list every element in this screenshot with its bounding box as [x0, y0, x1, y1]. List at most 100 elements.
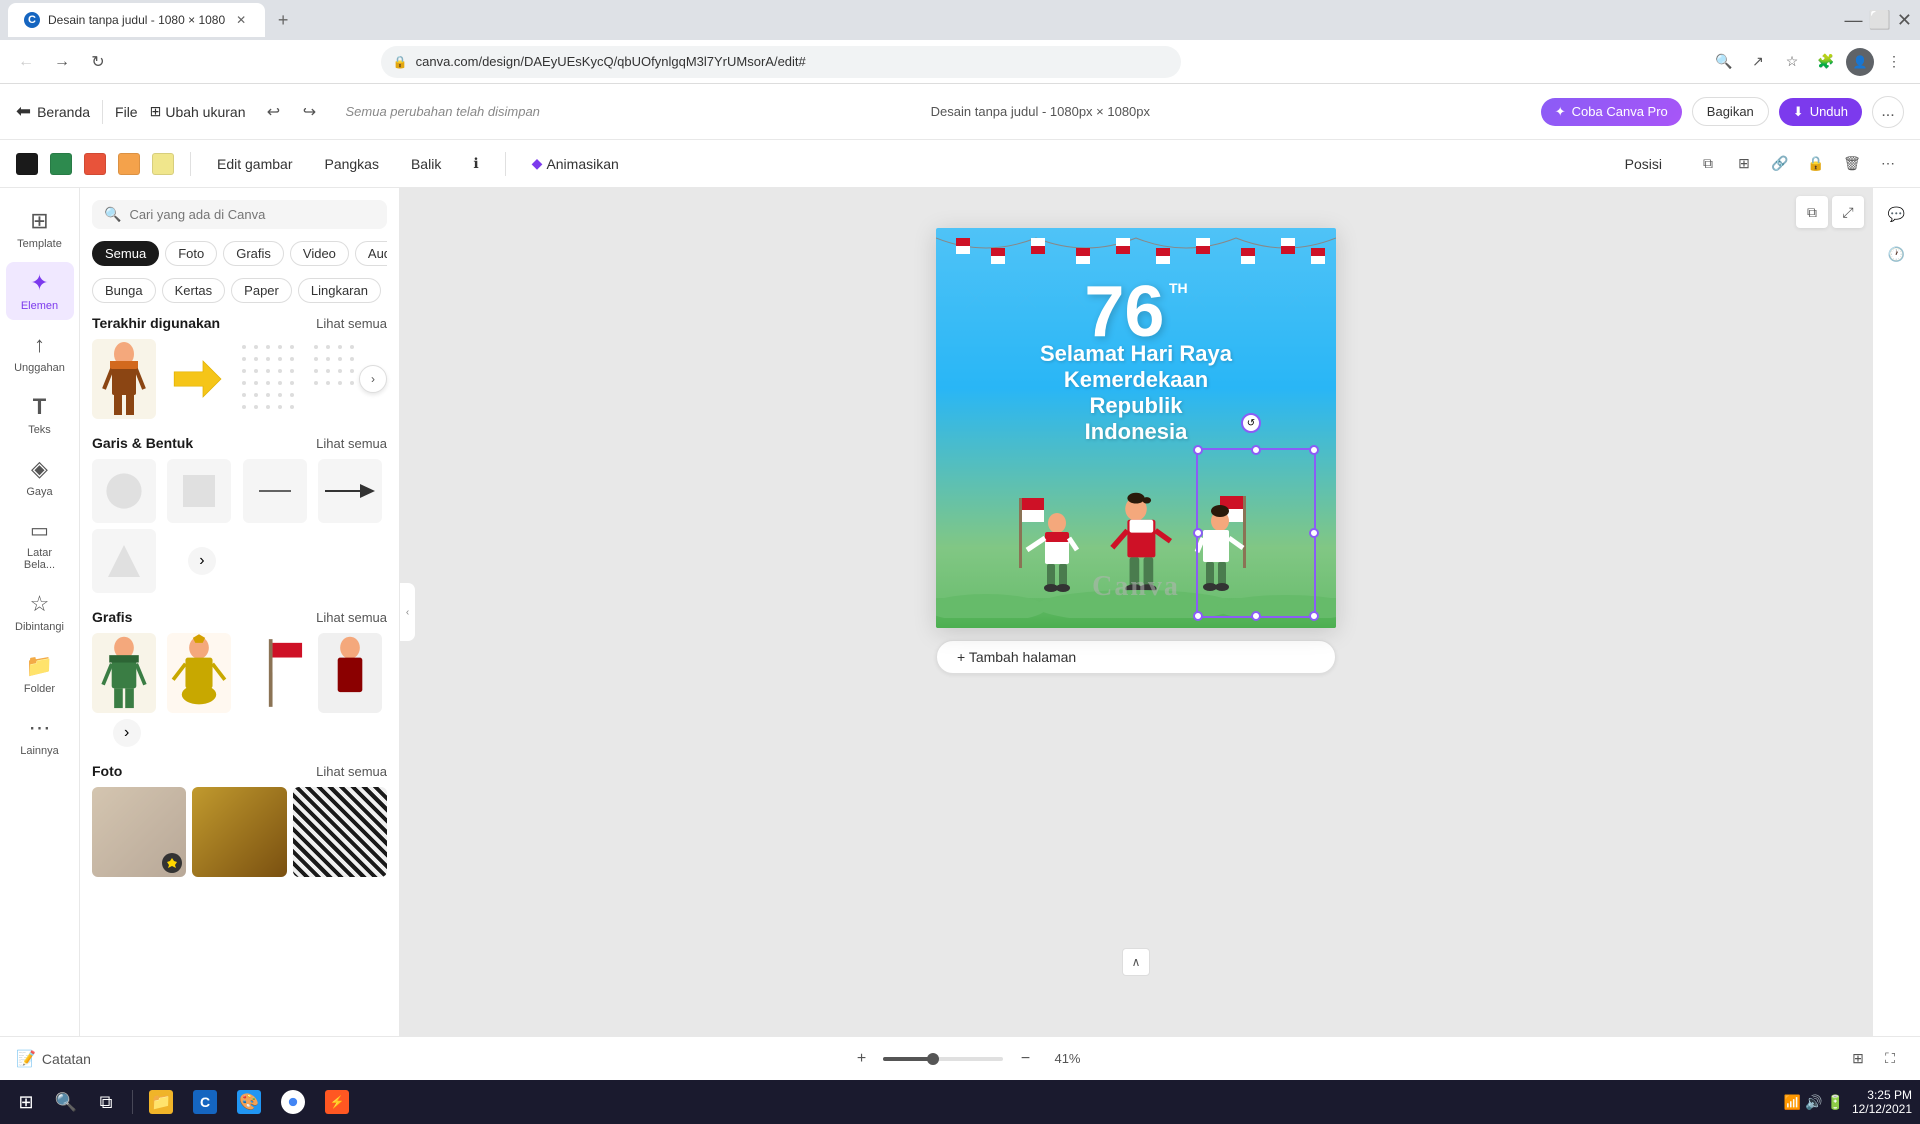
undo-button[interactable]: ↩	[258, 96, 290, 128]
taskbar-search-button[interactable]: 🔍	[48, 1084, 84, 1120]
shape-circle[interactable]	[92, 459, 156, 523]
redo-button[interactable]: ↪	[294, 96, 326, 128]
download-button[interactable]: ⬇ Unduh	[1779, 98, 1862, 126]
recently-used-next-button[interactable]: ›	[359, 365, 387, 393]
tag-bunga[interactable]: Bunga	[92, 278, 156, 303]
filter-tab-video[interactable]: Video	[290, 241, 349, 266]
tab-minimize-icon[interactable]: —	[1844, 10, 1862, 31]
recently-used-see-all[interactable]: Lihat semua	[316, 316, 387, 331]
canvas-expand-button[interactable]: ⤢	[1832, 196, 1864, 228]
crop-button[interactable]: Pangkas	[314, 152, 388, 176]
browser-menu-icon[interactable]: ⋮	[1880, 48, 1908, 76]
taskbar-battery-icon[interactable]: 🔋	[1827, 1094, 1844, 1111]
grid-icon-button[interactable]: ⊞	[1728, 148, 1760, 180]
sidebar-item-dibintangi[interactable]: ☆ Dibintangi	[6, 583, 74, 641]
home-button[interactable]: ⬅ Beranda	[16, 101, 90, 122]
grafis-item-3[interactable]	[243, 633, 307, 713]
nav-back-button[interactable]: ←	[12, 48, 40, 76]
more-options-button[interactable]: ...	[1872, 96, 1904, 128]
tag-paper[interactable]: Paper	[231, 278, 292, 303]
position-button[interactable]: Posisi	[1615, 152, 1672, 176]
file-menu-button[interactable]: File	[115, 104, 138, 120]
canvas-area[interactable]: ⧉ ⤢	[400, 188, 1872, 1036]
share-button[interactable]: Bagikan	[1692, 97, 1769, 126]
grafis-item-1[interactable]	[92, 633, 156, 713]
add-page-button[interactable]: + Tambah halaman	[936, 640, 1336, 674]
sidebar-item-teks[interactable]: T Teks	[6, 386, 74, 444]
foto-see-all[interactable]: Lihat semua	[316, 764, 387, 779]
animate-button[interactable]: ◆ Animasikan	[522, 151, 629, 176]
taskbar-volume-icon[interactable]: 🔊	[1805, 1094, 1822, 1111]
color-swatch-orange[interactable]	[118, 153, 140, 175]
info-button[interactable]: ℹ	[463, 151, 488, 176]
browser-profile-avatar[interactable]: 👤	[1846, 48, 1874, 76]
sidebar-item-latar[interactable]: ▭ Latar Bela...	[6, 510, 74, 579]
sidebar-item-elemen[interactable]: ✦ Elemen	[6, 262, 74, 320]
shapes-see-all[interactable]: Lihat semua	[316, 436, 387, 451]
shape-arrow[interactable]	[318, 459, 382, 523]
zoom-in-button[interactable]: +	[847, 1045, 875, 1073]
sidebar-item-gaya[interactable]: ◈ Gaya	[6, 448, 74, 506]
sidebar-item-lainnya[interactable]: ⋯ Lainnya	[6, 707, 74, 765]
notes-button[interactable]: 📝 Catatan	[16, 1049, 91, 1069]
more-icon-button[interactable]: ⋯	[1872, 148, 1904, 180]
recent-item-1[interactable]	[92, 339, 156, 419]
sidebar-item-template[interactable]: ⊞ Template	[6, 200, 74, 258]
lock-icon-button[interactable]: 🔒	[1800, 148, 1832, 180]
canvas-copy-button[interactable]: ⧉	[1796, 196, 1828, 228]
tag-kertas[interactable]: Kertas	[162, 278, 226, 303]
shape-line[interactable]	[243, 459, 307, 523]
zoom-out-button[interactable]: −	[1011, 1045, 1039, 1073]
color-swatch-yellow[interactable]	[152, 153, 174, 175]
windows-start-button[interactable]: ⊞	[8, 1084, 44, 1120]
nav-refresh-button[interactable]: ↻	[84, 48, 112, 76]
color-swatch-black[interactable]	[16, 153, 38, 175]
filter-tab-foto[interactable]: Foto	[165, 241, 217, 266]
taskbar-app-chrome[interactable]	[273, 1086, 313, 1118]
browser-extensions-icon[interactable]: 🧩	[1812, 48, 1840, 76]
page-up-button[interactable]: ∧	[1122, 948, 1150, 976]
tab-close-window-icon[interactable]: ✕	[1897, 10, 1912, 31]
shapes-next-button[interactable]: ›	[188, 547, 216, 575]
shape-square[interactable]	[167, 459, 231, 523]
taskbar-app-paint[interactable]: 🎨	[229, 1086, 269, 1118]
filter-tab-audio[interactable]: Audio	[355, 241, 387, 266]
search-input[interactable]	[129, 207, 375, 222]
edit-image-button[interactable]: Edit gambar	[207, 152, 302, 176]
tag-lingkaran[interactable]: Lingkaran	[298, 278, 381, 303]
grafis-next-button[interactable]: ›	[113, 719, 141, 747]
grafis-item-4[interactable]	[318, 633, 382, 713]
fullscreen-button[interactable]: ⛶	[1876, 1045, 1904, 1073]
browser-bookmark-icon[interactable]: ☆	[1778, 48, 1806, 76]
new-tab-button[interactable]: +	[269, 6, 297, 34]
search-bar[interactable]: 🔍	[92, 200, 387, 229]
taskbar-wifi-icon[interactable]: 📶	[1784, 1094, 1801, 1111]
tab-close-button[interactable]: ✕	[233, 12, 249, 28]
recent-item-3[interactable]	[236, 339, 300, 419]
color-swatch-green[interactable]	[50, 153, 72, 175]
foto-item-1[interactable]	[92, 787, 186, 877]
resize-button[interactable]: ⊞ Ubah ukuran	[150, 103, 246, 120]
recent-item-2[interactable]	[164, 339, 228, 419]
trash-icon-button[interactable]: 🗑	[1836, 148, 1868, 180]
shape-triangle[interactable]	[92, 529, 156, 593]
canva-pro-button[interactable]: ✦ Coba Canva Pro	[1541, 98, 1682, 126]
foto-item-3[interactable]	[293, 787, 387, 877]
copy-icon-button[interactable]: ⧉	[1692, 148, 1724, 180]
sidebar-item-folder[interactable]: 📁 Folder	[6, 645, 74, 703]
right-tool-2[interactable]: 🕐	[1879, 236, 1915, 272]
filter-tab-grafis[interactable]: Grafis	[223, 241, 284, 266]
link-icon-button[interactable]: 🔗	[1764, 148, 1796, 180]
taskbar-app-browser[interactable]: C	[185, 1086, 225, 1118]
foto-item-2[interactable]	[192, 787, 286, 877]
tab-maximize-icon[interactable]: ⬜	[1868, 10, 1890, 31]
flip-button[interactable]: Balik	[401, 152, 451, 176]
browser-search-icon[interactable]: 🔍	[1710, 48, 1738, 76]
grid-view-button[interactable]: ⊞	[1844, 1045, 1872, 1073]
browser-share-icon[interactable]: ↗	[1744, 48, 1772, 76]
taskbar-app-extra[interactable]: ⚡	[317, 1086, 357, 1118]
active-tab[interactable]: C Desain tanpa judul - 1080 × 1080 ✕	[8, 3, 265, 37]
sidebar-item-unggahan[interactable]: ↑ Unggahan	[6, 324, 74, 382]
color-swatch-red[interactable]	[84, 153, 106, 175]
right-tool-1[interactable]: 💬	[1879, 196, 1915, 232]
